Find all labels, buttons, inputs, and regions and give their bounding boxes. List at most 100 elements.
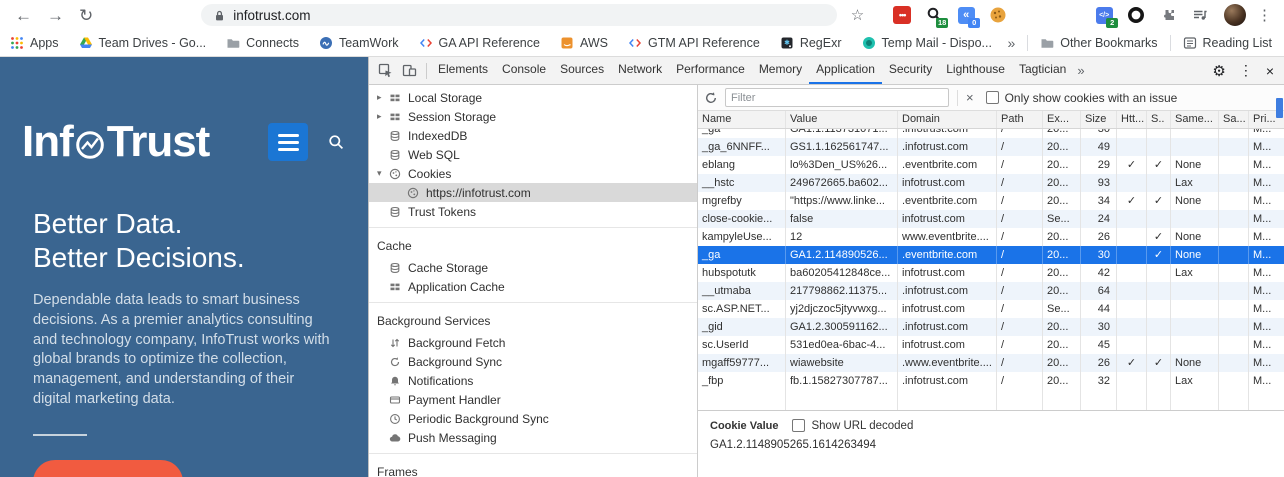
site-logo[interactable]: Inf Trust <box>22 117 210 167</box>
sidebar-item-cache-storage[interactable]: Cache Storage <box>369 258 697 277</box>
column-header-path[interactable]: Path <box>997 111 1043 128</box>
tab-sources[interactable]: Sources <box>553 57 611 84</box>
cookie-row-hstc[interactable]: __hstc 249672665.ba602... infotrust.com/20… <box>698 174 1284 192</box>
other-bookmarks-button[interactable]: Other Bookmarks <box>1040 36 1158 50</box>
tab-lighthouse[interactable]: Lighthouse <box>939 57 1012 84</box>
tab-elements[interactable]: Elements <box>431 57 495 84</box>
sidebar-item-push-messaging[interactable]: Push Messaging <box>369 428 697 447</box>
cookie-row-ga-6nnff[interactable]: _ga_6NNFF... GS1.1.162561747... .infotrust… <box>698 138 1284 156</box>
tag-extension-icon[interactable]: «0 <box>956 5 981 28</box>
chevron-down-icon[interactable]: ▾ <box>377 168 389 179</box>
bookmark-teamwork[interactable]: TeamWork <box>319 36 399 50</box>
reading-list-button[interactable]: Reading List <box>1183 36 1272 50</box>
bookmark-temp-mail-dispo[interactable]: Temp Mail - Dispo... <box>862 36 992 50</box>
bookmark-connects[interactable]: Connects <box>226 36 299 50</box>
refresh-icon[interactable] <box>704 91 718 105</box>
cookie-row-gid[interactable]: _gid GA1.2.300591162... .infotrust.com/20.… <box>698 318 1284 336</box>
column-header-size[interactable]: Size <box>1081 111 1117 128</box>
bookmarks-overflow-chevron[interactable]: » <box>1007 35 1015 51</box>
column-header-sa[interactable]: Sa... <box>1219 111 1249 128</box>
tab-application[interactable]: Application <box>809 57 882 84</box>
bookmark-aws[interactable]: AWS <box>560 36 608 50</box>
column-header-ex[interactable]: Ex... <box>1043 111 1081 128</box>
sidebar-item-local-storage[interactable]: ▸ Local Storage <box>369 88 697 107</box>
playlist-icon[interactable] <box>1190 5 1210 25</box>
tab-memory[interactable]: Memory <box>752 57 809 84</box>
bookmark-ga-api-reference[interactable]: GA API Reference <box>419 36 540 50</box>
cookie-filter-input[interactable] <box>725 88 949 107</box>
clear-filter-icon[interactable]: × <box>966 90 974 105</box>
lastpass-extension-icon[interactable]: ••• <box>892 5 912 25</box>
devtools-close-icon[interactable]: × <box>1266 63 1274 79</box>
chevron-right-icon[interactable]: ▸ <box>377 111 389 122</box>
tab-network[interactable]: Network <box>611 57 669 84</box>
sidebar-item-https-infotrust-com[interactable]: https://infotrust.com <box>369 183 697 202</box>
reload-icon[interactable]: ↻ <box>79 7 93 24</box>
browser-menu-icon[interactable]: ⋮ <box>1257 6 1272 24</box>
column-header-domain[interactable]: Domain <box>898 111 997 128</box>
bookmark-gtm-api-reference[interactable]: GTM API Reference <box>628 36 760 50</box>
device-toolbar-icon[interactable] <box>402 63 417 78</box>
tab-performance[interactable]: Performance <box>669 57 752 84</box>
cookie-row-kampyleuse[interactable]: kampyleUse... 12 www.eventbrite..../20... 2… <box>698 228 1284 246</box>
bell-icon <box>389 374 403 387</box>
bookmark-regexr[interactable]: RegExr <box>780 36 842 50</box>
sidebar-item-session-storage[interactable]: ▸ Session Storage <box>369 107 697 126</box>
cookie-row-fbp[interactable]: _fbp fb.1.15827307787... .infotrust.com/20… <box>698 372 1284 390</box>
sidebar-item-web-sql[interactable]: Web SQL <box>369 145 697 164</box>
cookie-row-ga[interactable]: _ga GA1.2.114890526... .eventbrite.com/20.… <box>698 246 1284 264</box>
cell-priority: M... <box>1249 336 1284 354</box>
cookie-row-mgaff59777[interactable]: mgaff59777... wiawebsite .www.eventbrite..… <box>698 354 1284 372</box>
sidebar-item-application-cache[interactable]: Application Cache <box>369 277 697 296</box>
gear-icon[interactable]: ⚙ <box>1212 62 1225 80</box>
sidebar-item-notifications[interactable]: Notifications <box>369 371 697 390</box>
column-header-same[interactable]: Same... <box>1171 111 1219 128</box>
database-icon <box>389 148 403 161</box>
tab-tagtician[interactable]: Tagtician <box>1012 57 1073 84</box>
search-icon[interactable] <box>328 134 344 150</box>
omnibox[interactable]: infotrust.com <box>201 4 837 26</box>
sidebar-item-periodic-background-sync[interactable]: Periodic Background Sync <box>369 409 697 428</box>
tab-security[interactable]: Security <box>882 57 939 84</box>
inspect-icon[interactable] <box>378 63 393 78</box>
url-decode-checkbox[interactable] <box>792 419 806 432</box>
hamburger-menu-button[interactable] <box>268 123 308 161</box>
scrollbar-thumb[interactable] <box>1276 98 1283 118</box>
tab-console[interactable]: Console <box>495 57 553 84</box>
back-icon[interactable]: ← <box>15 7 32 24</box>
cookie-row-sc-userid[interactable]: sc.UserId 531ed0ea-6bac-4... infotrust.com… <box>698 336 1284 354</box>
column-header-htt[interactable]: Htt... <box>1117 111 1147 128</box>
column-header-value[interactable]: Value <box>786 111 898 128</box>
cell-priority: M... <box>1249 246 1284 264</box>
cookie-row-utmaba[interactable]: __utmaba 217798862.11375... .infotrust.com… <box>698 282 1284 300</box>
profile-avatar[interactable] <box>1224 4 1246 26</box>
column-header-name[interactable]: Name <box>698 111 786 128</box>
tabs-overflow-chevron[interactable]: » <box>1077 63 1084 78</box>
sidebar-item-payment-handler[interactable]: Payment Handler <box>369 390 697 409</box>
site-cta-button[interactable] <box>33 460 183 477</box>
sidebar-item-background-sync[interactable]: Background Sync <box>369 352 697 371</box>
cookie-row-ga[interactable]: _ga GA1.1.113731071... .infotrust.com/20..… <box>698 129 1284 138</box>
forward-icon[interactable]: → <box>47 7 64 24</box>
cookie-row-eblang[interactable]: eblang lo%3Den_US%26... .eventbrite.com/20… <box>698 156 1284 174</box>
chevron-right-icon[interactable]: ▸ <box>377 92 389 103</box>
issue-filter-checkbox[interactable] <box>985 91 999 104</box>
bookmark-team-drives-go[interactable]: Team Drives - Go... <box>79 36 206 50</box>
cookie-extension-icon[interactable] <box>988 5 1008 25</box>
code-extension-icon[interactable]: </> 2 <box>1094 5 1119 28</box>
cookie-row-sc-asp-net[interactable]: sc.ASP.NET... yj2djczoc5jtyvwxg... infotru… <box>698 300 1284 318</box>
puzzle-icon[interactable] <box>1158 5 1178 25</box>
search-extension-icon[interactable]: 18 <box>924 5 949 28</box>
apps-shortcut[interactable]: Apps <box>10 36 59 50</box>
cookie-row-mgrefby[interactable]: mgrefby "https://www.linke... .eventbrite.… <box>698 192 1284 210</box>
sidebar-item-trust-tokens[interactable]: Trust Tokens <box>369 202 697 221</box>
cookie-row-close-cookie[interactable]: close-cookie... false infotrust.com / Se... 2… <box>698 210 1284 228</box>
sidebar-item-indexeddb[interactable]: IndexedDB <box>369 126 697 145</box>
sidebar-item-cookies[interactable]: ▾ Cookies <box>369 164 697 183</box>
circle-extension-icon[interactable] <box>1126 5 1146 25</box>
bookmark-star-icon[interactable]: ☆ <box>851 6 864 24</box>
cookie-row-hubspotutk[interactable]: hubspotutk ba60205412848ce... infotrust.co… <box>698 264 1284 282</box>
devtools-menu-icon[interactable]: ⋮ <box>1239 62 1253 79</box>
column-header-s[interactable]: S.. <box>1147 111 1171 128</box>
sidebar-item-background-fetch[interactable]: Background Fetch <box>369 333 697 352</box>
